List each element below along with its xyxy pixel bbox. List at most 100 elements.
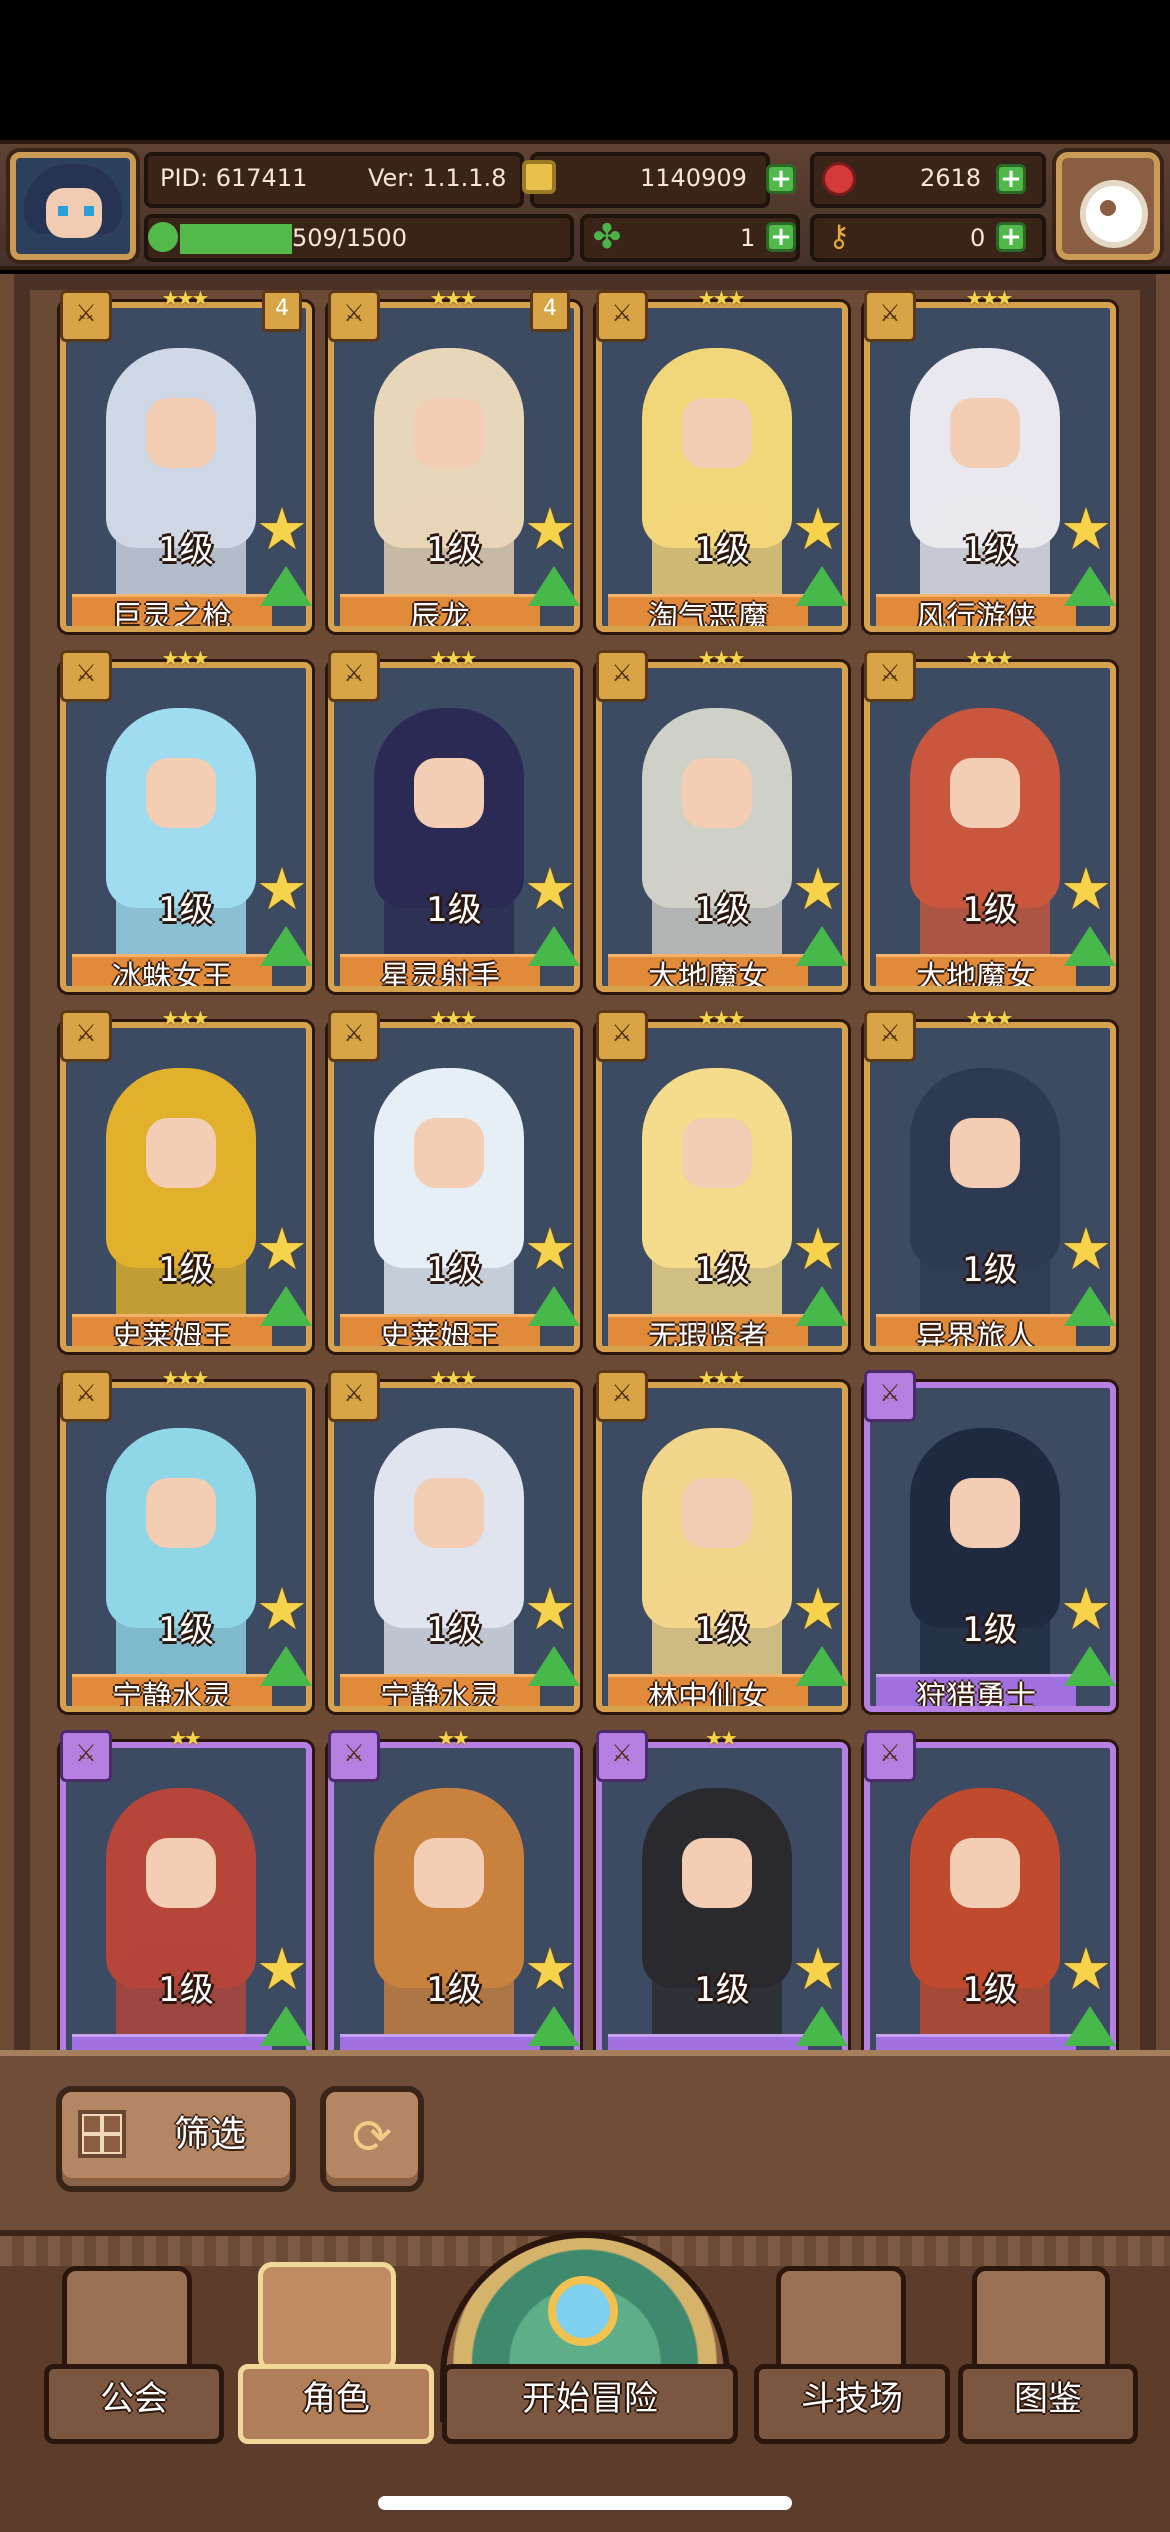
- level-up-arrow-icon: [528, 1646, 580, 1686]
- clover-icon: ✤: [592, 217, 622, 257]
- upgrade-star-icon: ★: [256, 1935, 308, 2003]
- level-up-arrow-icon: [260, 1646, 312, 1686]
- top-status-bar: PID: 617411 Ver: 1.1.1.8 509/1500 114090…: [0, 140, 1170, 270]
- tab-arena[interactable]: 斗技场: [754, 2364, 950, 2444]
- character-name: 无瑕贤者: [648, 1320, 768, 1352]
- add-gold-button[interactable]: +: [766, 164, 796, 194]
- name-ribbon: [340, 2034, 540, 2050]
- character-card[interactable]: 1级 ⚔ ★★ ★: [60, 1726, 312, 2050]
- character-card[interactable]: 1级 巨灵之枪 ⚔ ★★★ 4 ★: [60, 290, 312, 632]
- tab-guild[interactable]: 公会: [44, 2364, 224, 2444]
- gold-amount: 1140909: [640, 164, 747, 192]
- key-icon: ⚷: [828, 219, 850, 254]
- rarity-stars: ★★★: [697, 1006, 746, 1030]
- rarity-stars: ★★★: [161, 1366, 210, 1390]
- level-up-arrow-icon: [260, 1286, 312, 1326]
- character-portrait-icon[interactable]: [258, 2262, 396, 2372]
- tab-character[interactable]: 角色: [238, 2364, 434, 2444]
- level-up-arrow-icon: [528, 2006, 580, 2046]
- character-card[interactable]: 1级 大地魔女 ⚔ ★★★ ★: [596, 646, 848, 992]
- class-weapon-icon: ⚔: [864, 1370, 916, 1422]
- character-card[interactable]: 1级 异界旅人 ⚔ ★★★ ★: [864, 1006, 1116, 1352]
- xp-text: 509/1500: [292, 224, 407, 252]
- level-up-arrow-icon: [260, 566, 312, 606]
- character-card[interactable]: 1级 无瑕贤者 ⚔ ★★★ ★: [596, 1006, 848, 1352]
- add-key-button[interactable]: +: [996, 222, 1026, 252]
- codex-book-icon[interactable]: [972, 2266, 1110, 2376]
- rarity-stars: ★★★: [965, 290, 1014, 310]
- character-name: 辰龙: [410, 600, 470, 632]
- guild-building-icon[interactable]: [62, 2266, 192, 2376]
- ruby-gem-icon: [822, 162, 856, 196]
- upgrade-star-icon: ★: [524, 1935, 576, 2003]
- class-weapon-icon: ⚔: [864, 290, 916, 342]
- magnifier-icon: [548, 2276, 618, 2346]
- class-weapon-icon: ⚔: [864, 650, 916, 702]
- add-clover-button[interactable]: +: [766, 222, 796, 252]
- upgrade-star-icon: ★: [524, 1215, 576, 1283]
- character-grid[interactable]: 1级 巨灵之枪 ⚔ ★★★ 4 ★ 1级 辰龙 ⚔ ★★★ 4 ★ 1级 淘气恶魔 ⚔ ★★★ ★ 1级 风行游侠 ⚔…: [30, 290, 1140, 2050]
- character-card[interactable]: 1级 大地魔女 ⚔ ★★★ ★: [864, 646, 1116, 992]
- character-card[interactable]: 1级 林中仙女 ⚔ ★★★ ★: [596, 1366, 848, 1712]
- home-indicator: [378, 2496, 792, 2510]
- character-name: 狩猎勇士: [916, 1680, 1036, 1712]
- level-up-arrow-icon: [1064, 1646, 1116, 1686]
- rarity-stars: ★★★: [161, 290, 210, 310]
- class-weapon-icon: ⚔: [596, 1010, 648, 1062]
- upgrade-star-icon: ★: [256, 1575, 308, 1643]
- upgrade-star-icon: ★: [1060, 495, 1112, 563]
- upgrade-star-icon: ★: [792, 1575, 844, 1643]
- rarity-stars: ★★: [705, 1726, 738, 1750]
- rarity-stars: ★★★: [429, 1366, 478, 1390]
- character-name: 冰蛛女王: [112, 960, 232, 992]
- upgrade-star-icon: ★: [1060, 855, 1112, 923]
- refresh-button[interactable]: ⟳: [320, 2086, 424, 2192]
- character-card[interactable]: 1级 ⚔ ★: [864, 1730, 1116, 2050]
- character-card[interactable]: 1级 史莱姆王 ⚔ ★★★ ★: [60, 1006, 312, 1352]
- character-name: 史莱姆王: [380, 1320, 500, 1352]
- character-card[interactable]: 1级 ⚔ ★★ ★: [596, 1726, 848, 2050]
- character-card[interactable]: 1级 风行游侠 ⚔ ★★★ ★: [864, 290, 1116, 632]
- filter-label: 筛选: [173, 2114, 246, 2155]
- upgrade-star-icon: ★: [1060, 1215, 1112, 1283]
- class-weapon-icon: ⚔: [328, 1730, 380, 1782]
- level-up-arrow-icon: [1064, 1286, 1116, 1326]
- character-card[interactable]: 1级 史莱姆王 ⚔ ★★★ ★: [328, 1006, 580, 1352]
- add-ruby-button[interactable]: +: [996, 164, 1026, 194]
- crossed-swords-icon[interactable]: [776, 2266, 906, 2376]
- character-card[interactable]: 1级 星灵射手 ⚔ ★★★ ★: [328, 646, 580, 992]
- class-weapon-icon: ⚔: [864, 1730, 916, 1782]
- level-up-arrow-icon: [1064, 566, 1116, 606]
- character-name: 林中仙女: [648, 1680, 768, 1712]
- upgrade-star-icon: ★: [524, 855, 576, 923]
- character-card[interactable]: 1级 辰龙 ⚔ ★★★ 4 ★: [328, 290, 580, 632]
- character-card[interactable]: 1级 宁静水灵 ⚔ ★★★ ★: [328, 1366, 580, 1712]
- class-weapon-icon: ⚔: [60, 650, 112, 702]
- refresh-icon: ⟳: [351, 2109, 393, 2165]
- rarity-stars: ★★★: [429, 646, 478, 670]
- character-name: 巨灵之枪: [112, 600, 232, 632]
- grid-filter-icon: [78, 2110, 126, 2158]
- rarity-stars: ★★: [169, 1726, 202, 1750]
- class-weapon-icon: ⚔: [596, 1730, 648, 1782]
- character-card[interactable]: 1级 淘气恶魔 ⚔ ★★★ ★: [596, 290, 848, 632]
- name-ribbon: [608, 2034, 808, 2050]
- settings-button[interactable]: [1056, 152, 1160, 260]
- character-card[interactable]: 1级 冰蛛女王 ⚔ ★★★ ★: [60, 646, 312, 992]
- character-card[interactable]: 1级 ⚔ ★★ ★: [328, 1726, 580, 2050]
- player-id: PID: 617411: [160, 164, 308, 192]
- tab-start-adventure[interactable]: 开始冒险: [442, 2364, 738, 2444]
- tab-codex[interactable]: 图鉴: [958, 2364, 1138, 2444]
- rarity-stars: ★★★: [429, 290, 478, 310]
- level-up-arrow-icon: [1064, 2006, 1116, 2046]
- character-card[interactable]: 1级 狩猎勇士 ⚔ ★: [864, 1370, 1116, 1712]
- level-up-arrow-icon: [796, 926, 848, 966]
- class-weapon-icon: ⚔: [60, 1730, 112, 1782]
- character-name: 风行游侠: [916, 600, 1036, 632]
- character-name: 大地魔女: [648, 960, 768, 992]
- character-card[interactable]: 1级 宁静水灵 ⚔ ★★★ ★: [60, 1366, 312, 1712]
- player-avatar[interactable]: [10, 152, 136, 260]
- class-weapon-icon: ⚔: [596, 290, 648, 342]
- level-up-arrow-icon: [528, 926, 580, 966]
- ruby-amount: 2618: [920, 164, 982, 192]
